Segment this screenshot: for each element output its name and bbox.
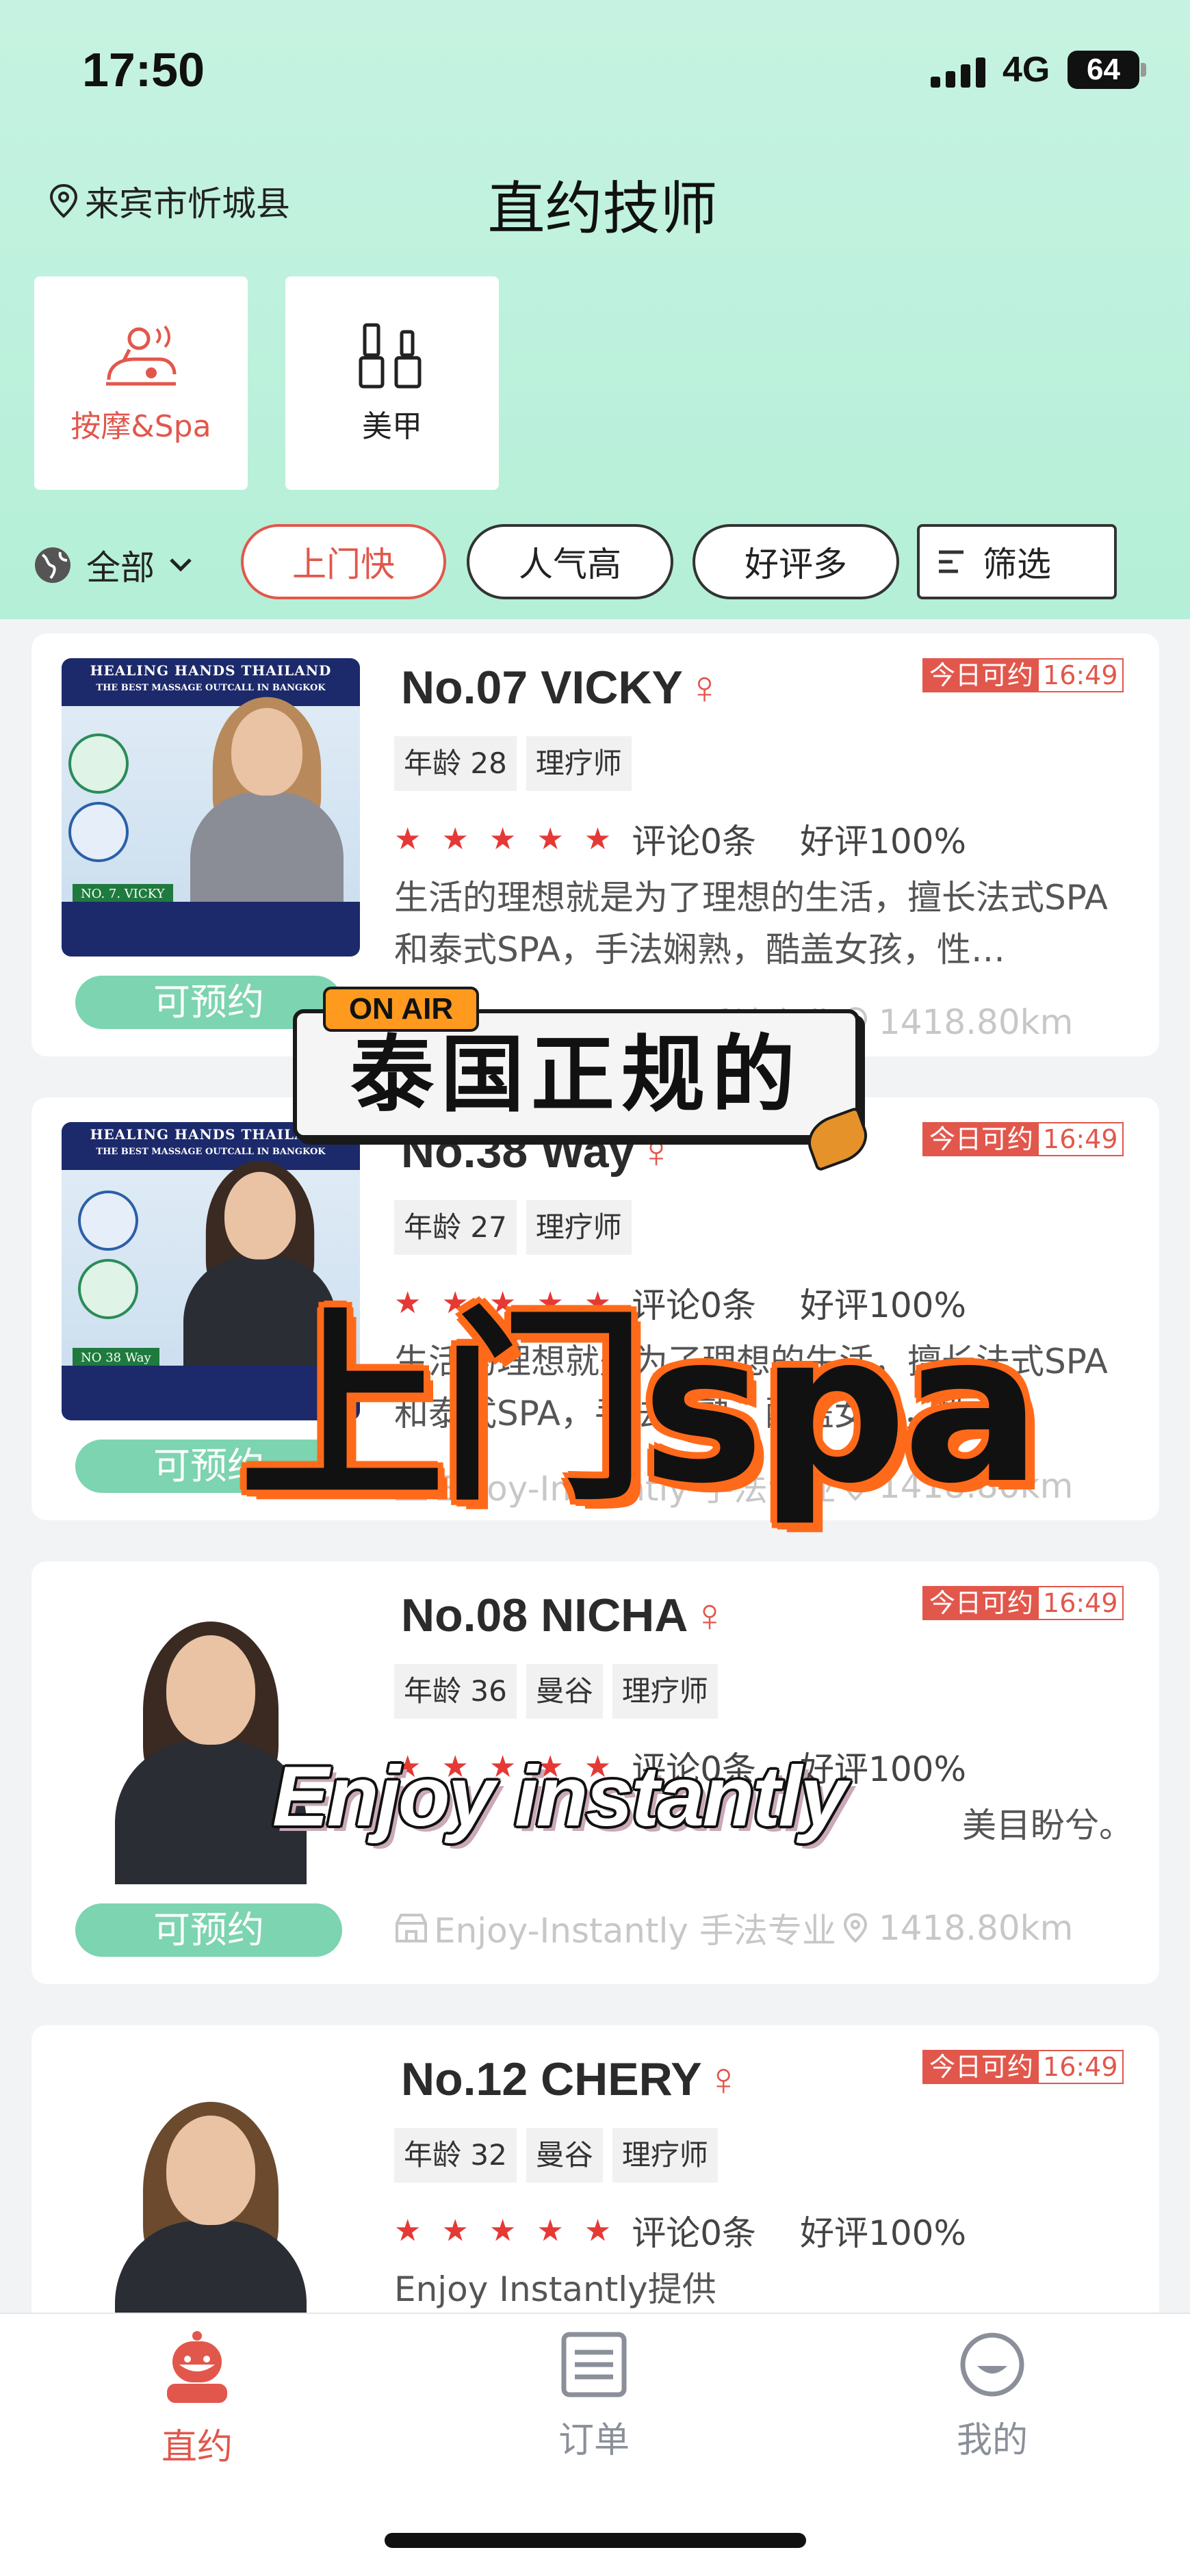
availability-badge: 今日可约 16:49 <box>922 658 1124 692</box>
chip-fast-arrival[interactable]: 上门快 <box>241 524 446 599</box>
availability-badge: 今日可约 16:49 <box>922 1122 1124 1156</box>
role-tag: 理疗师 <box>612 2128 718 2183</box>
sha-badge-icon <box>68 802 129 862</box>
category-label: 美甲 <box>362 409 422 444</box>
female-icon: ♀ <box>692 1589 727 1641</box>
age-tag: 年龄 27 <box>394 1200 517 1255</box>
profile-smile-icon <box>960 2332 1024 2397</box>
filter-button[interactable]: 筛选 <box>917 524 1117 599</box>
therapist-photo <box>62 2050 360 2337</box>
vaccinated-badge-icon <box>78 1259 138 1319</box>
age-tag: 年龄 32 <box>394 2128 517 2183</box>
promo-big-text: 上门spa <box>240 1290 1042 1528</box>
on-air-badge: ON AIR <box>323 987 479 1032</box>
globe-icon <box>35 547 70 583</box>
region-dropdown[interactable]: 全部 <box>33 541 193 590</box>
filter-label: 筛选 <box>983 545 1051 584</box>
location-pin-icon <box>843 1912 867 1943</box>
network-type: 4G <box>1003 50 1050 90</box>
store-icon <box>396 1914 427 1942</box>
age-tag: 年龄 36 <box>394 1664 517 1719</box>
nail-polish-icon <box>359 323 422 389</box>
massage-icon <box>106 325 177 386</box>
star-rating-icon: ★★★★★ <box>394 821 632 857</box>
category-nail[interactable]: 美甲 <box>285 276 499 490</box>
nav-direct-booking[interactable]: 直约 <box>94 2330 300 2469</box>
sha-badge-icon <box>78 1191 138 1251</box>
therapist-name: No.08 NICHA♀ <box>401 1589 727 1641</box>
rating-row: ★★★★★ 评论0条 好评100% <box>394 814 966 863</box>
category-label: 按摩&Spa <box>70 409 211 444</box>
city-tag: 曼谷 <box>526 2128 603 2183</box>
therapist-photo: HEALING HANDS THAILAND THE BEST MASSAGE O… <box>62 658 360 957</box>
therapist-description: 美目盼兮。 <box>962 1806 1133 1845</box>
role-tag: 理疗师 <box>612 1664 718 1719</box>
shop-line: Enjoy-Instantly 手法专业 1418.80km <box>394 1903 1073 1953</box>
region-label: 全部 <box>86 548 155 588</box>
star-rating-icon: ★★★★★ <box>394 2213 632 2248</box>
robot-avatar-icon <box>167 2331 227 2403</box>
rating-row: ★★★★★ 评论0条 好评100% <box>394 2206 966 2255</box>
city-tag: 曼谷 <box>526 1664 603 1719</box>
therapist-description: Enjoy Instantly提供 <box>394 2269 716 2309</box>
therapist-name: No.12 CHERY♀ <box>401 2053 741 2105</box>
signal-icon <box>931 55 985 88</box>
nav-profile[interactable]: 我的 <box>890 2330 1095 2462</box>
availability-badge: 今日可约 16:49 <box>922 2050 1124 2084</box>
nav-orders[interactable]: 订单 <box>491 2330 697 2462</box>
role-tag: 理疗师 <box>526 736 632 791</box>
chip-popular[interactable]: 人气高 <box>467 524 673 599</box>
therapist-card[interactable]: No.12 CHERY♀ 今日可约 16:49 年龄 32 曼谷 理疗师 ★★★★… <box>31 2025 1159 2354</box>
filter-bar: 全部 上门快 人气高 好评多 筛选 <box>0 520 1190 602</box>
therapist-description: 生活的理想就是为了理想的生活，擅长法式SPA和泰式SPA，手法娴熟，酷盖女孩，性… <box>394 878 1108 970</box>
chip-good-reviews[interactable]: 好评多 <box>693 524 899 599</box>
positive-rate: 好评100% <box>800 2213 966 2253</box>
promo-tagline: Enjoy instantly <box>272 1749 847 1844</box>
status-time: 17:50 <box>82 43 205 96</box>
therapist-name: No.07 VICKY♀ <box>401 662 722 714</box>
therapist-card[interactable]: HEALING HANDS THAILAND THE BEST MASSAGE O… <box>31 634 1159 1056</box>
review-count: 评论0条 <box>632 822 757 861</box>
female-icon: ♀ <box>686 662 722 714</box>
book-button[interactable]: 可预约 <box>75 1903 342 1957</box>
age-tag: 年龄 28 <box>394 736 517 791</box>
category-massage-spa[interactable]: 按摩&Spa <box>34 276 248 490</box>
female-icon: ♀ <box>706 2053 741 2105</box>
home-indicator[interactable] <box>385 2533 806 2548</box>
battery-icon: 64 <box>1068 51 1139 89</box>
vaccinated-badge-icon <box>68 733 129 794</box>
chevron-down-icon <box>170 558 192 572</box>
filter-lines-icon <box>939 550 963 573</box>
availability-badge: 今日可约 16:49 <box>922 1586 1124 1620</box>
role-tag: 理疗师 <box>526 1200 632 1255</box>
review-count: 评论0条 <box>632 2213 757 2253</box>
order-list-icon <box>561 2332 627 2397</box>
battery-tip <box>1141 63 1146 77</box>
page-title: 直约技师 <box>487 175 718 242</box>
positive-rate: 好评100% <box>800 822 966 861</box>
